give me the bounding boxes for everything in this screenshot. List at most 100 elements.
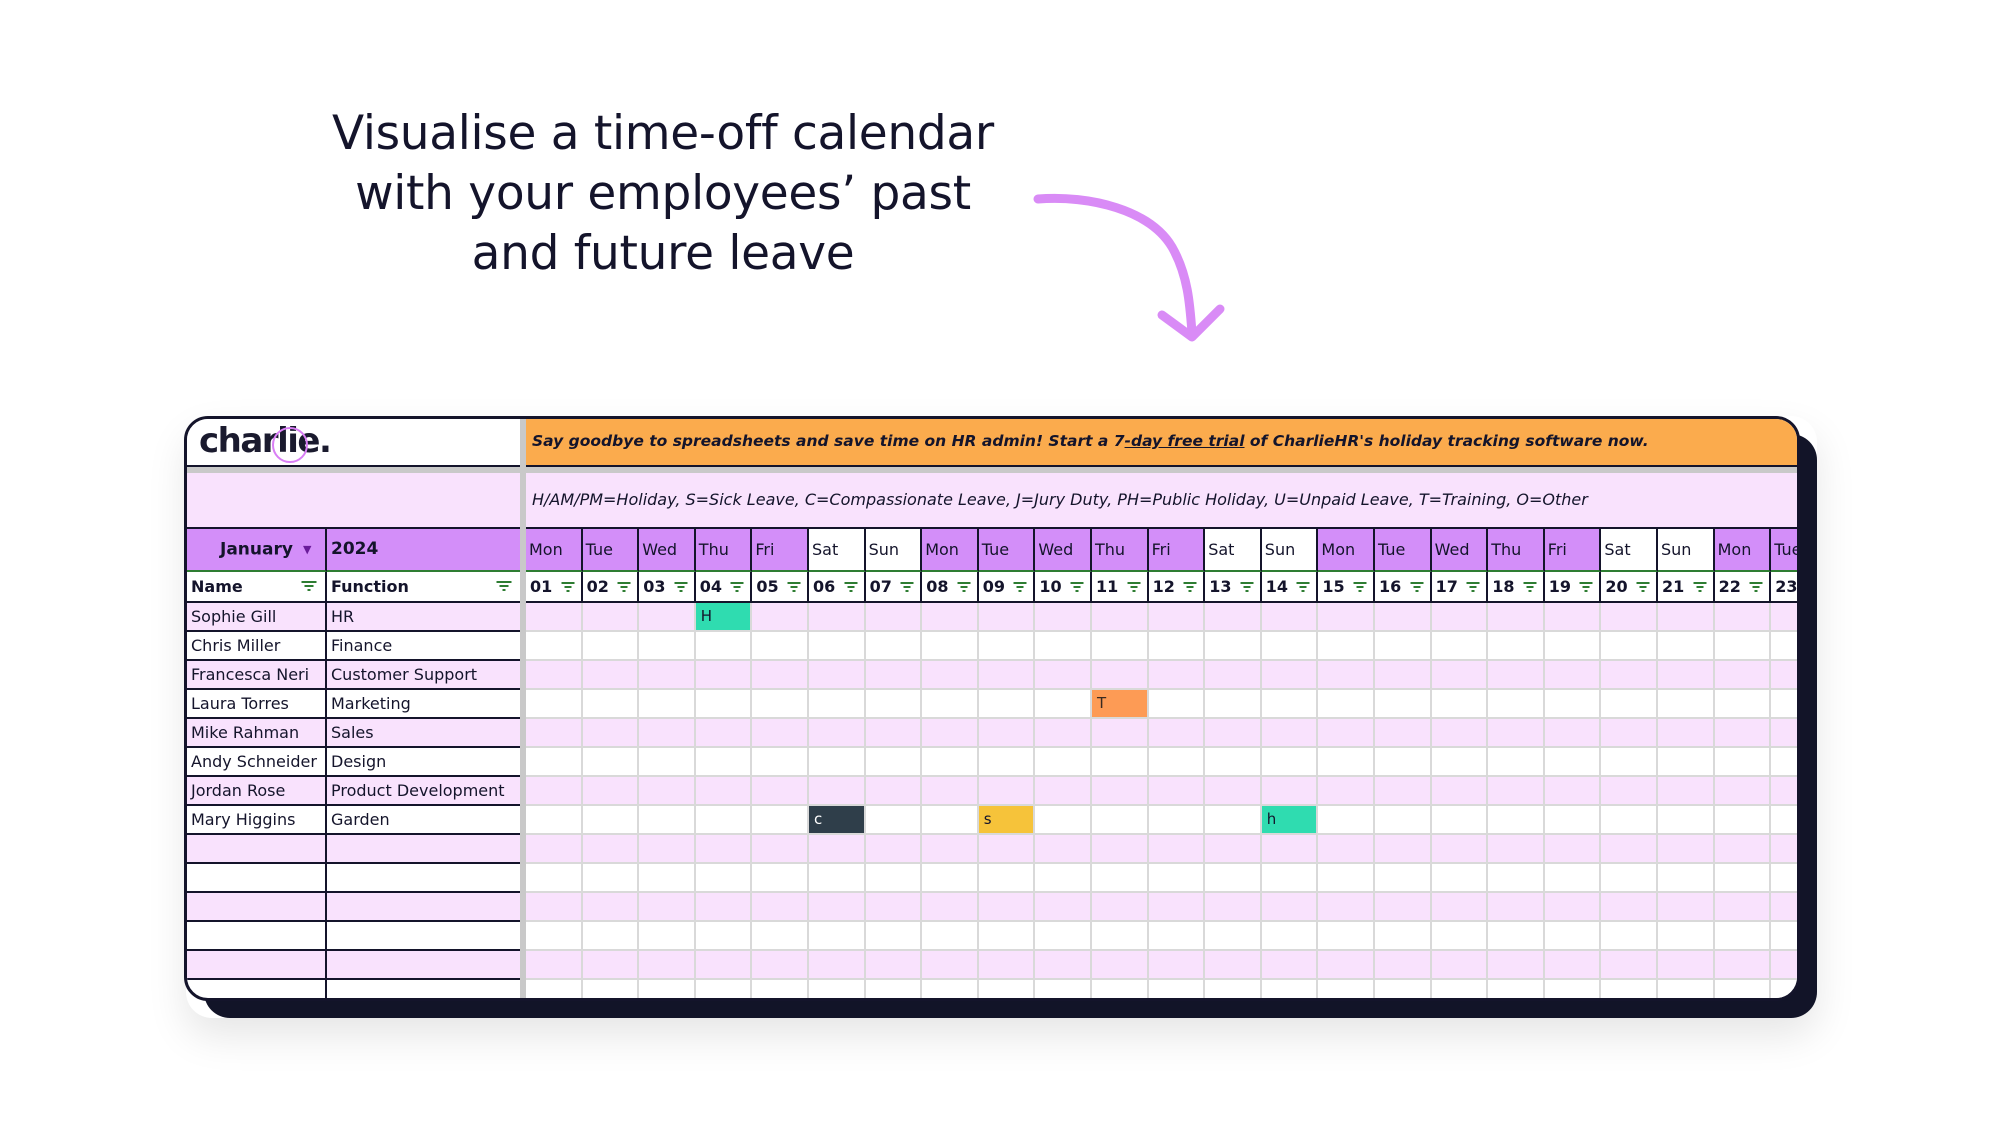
calendar-cell[interactable] [639, 980, 696, 998]
calendar-cell[interactable] [1035, 661, 1092, 690]
calendar-cell[interactable] [1035, 806, 1092, 835]
calendar-cell[interactable] [1375, 690, 1432, 719]
employee-name-cell[interactable]: Chris Miller [187, 632, 327, 659]
calendar-cell[interactable] [1261, 632, 1319, 661]
calendar-cell[interactable] [978, 864, 1036, 893]
calendar-cell[interactable] [1431, 777, 1489, 806]
calendar-cell[interactable] [1375, 864, 1432, 893]
calendar-cell[interactable] [1205, 632, 1262, 661]
calendar-cell[interactable] [1714, 980, 1772, 998]
calendar-cell[interactable] [978, 690, 1036, 719]
calendar-cell[interactable] [526, 661, 583, 690]
employee-name-cell[interactable]: Mike Rahman [187, 719, 327, 746]
calendar-cell[interactable] [1658, 806, 1715, 835]
calendar-cell[interactable] [1431, 690, 1489, 719]
calendar-cell[interactable] [582, 748, 640, 777]
calendar-cell[interactable] [1431, 748, 1489, 777]
calendar-cell[interactable] [1488, 893, 1545, 922]
calendar-cell[interactable] [922, 893, 979, 922]
filter-icon[interactable] [561, 582, 575, 594]
calendar-cell[interactable] [1431, 603, 1489, 632]
calendar-cell[interactable] [1771, 603, 1797, 632]
calendar-cell[interactable] [922, 690, 979, 719]
filter-icon[interactable] [730, 582, 744, 594]
filter-icon[interactable] [1353, 582, 1367, 594]
leave-entry-cell[interactable]: h [1261, 806, 1319, 835]
calendar-cell[interactable] [922, 632, 979, 661]
calendar-cell[interactable] [752, 806, 809, 835]
calendar-cell[interactable] [1544, 951, 1602, 980]
calendar-cell[interactable] [1148, 661, 1206, 690]
calendar-cell[interactable] [1375, 603, 1432, 632]
calendar-cell[interactable] [1205, 835, 1262, 864]
leave-entry-cell[interactable]: s [978, 806, 1036, 835]
calendar-cell[interactable] [978, 951, 1036, 980]
calendar-cell[interactable] [582, 893, 640, 922]
employee-name-cell[interactable]: Sophie Gill [187, 603, 327, 630]
filter-icon[interactable] [496, 581, 512, 593]
calendar-cell[interactable] [1148, 835, 1206, 864]
calendar-cell[interactable] [1544, 603, 1602, 632]
calendar-cell[interactable] [922, 864, 979, 893]
calendar-cell[interactable] [1601, 661, 1658, 690]
calendar-cell[interactable] [809, 661, 866, 690]
calendar-cell[interactable] [1375, 777, 1432, 806]
calendar-cell[interactable] [1658, 951, 1715, 980]
calendar-cell[interactable] [1488, 980, 1545, 998]
calendar-cell[interactable] [809, 719, 866, 748]
calendar-cell[interactable] [526, 719, 583, 748]
calendar-cell[interactable] [1658, 603, 1715, 632]
calendar-cell[interactable] [1714, 864, 1772, 893]
calendar-cell[interactable] [752, 690, 809, 719]
calendar-cell[interactable] [1658, 980, 1715, 998]
calendar-cell[interactable] [1658, 632, 1715, 661]
calendar-cell[interactable] [1431, 806, 1489, 835]
calendar-cell[interactable] [1601, 980, 1658, 998]
leave-entry-cell[interactable]: T [1092, 690, 1149, 719]
calendar-cell[interactable] [809, 632, 866, 661]
calendar-cell[interactable] [1601, 777, 1658, 806]
calendar-cell[interactable] [1488, 835, 1545, 864]
calendar-cell[interactable] [1658, 690, 1715, 719]
calendar-cell[interactable] [1375, 922, 1432, 951]
leave-entry-cell[interactable]: c [809, 806, 866, 835]
filter-icon[interactable] [1579, 582, 1593, 594]
calendar-cell[interactable] [978, 922, 1036, 951]
calendar-cell[interactable] [978, 835, 1036, 864]
calendar-cell[interactable] [809, 777, 866, 806]
calendar-cell[interactable] [1318, 603, 1375, 632]
calendar-cell[interactable] [865, 719, 923, 748]
employee-name-cell[interactable] [187, 951, 327, 978]
calendar-cell[interactable] [1318, 719, 1375, 748]
employee-function-cell[interactable]: Marketing [327, 690, 520, 717]
calendar-cell[interactable] [1148, 922, 1206, 951]
calendar-cell[interactable] [1375, 893, 1432, 922]
calendar-cell[interactable] [1092, 719, 1149, 748]
calendar-cell[interactable] [922, 719, 979, 748]
calendar-cell[interactable] [865, 893, 923, 922]
calendar-cell[interactable] [1431, 632, 1489, 661]
calendar-cell[interactable] [1261, 690, 1319, 719]
filter-icon[interactable] [1410, 582, 1424, 594]
calendar-cell[interactable] [1205, 690, 1262, 719]
calendar-cell[interactable] [1488, 748, 1545, 777]
filter-icon[interactable] [1070, 582, 1084, 594]
employee-name-cell[interactable]: Laura Torres [187, 690, 327, 717]
filter-icon[interactable] [844, 582, 858, 594]
calendar-cell[interactable] [1601, 632, 1658, 661]
calendar-cell[interactable] [922, 806, 979, 835]
calendar-cell[interactable] [1318, 806, 1375, 835]
calendar-cell[interactable] [865, 661, 923, 690]
employee-name-cell[interactable] [187, 864, 327, 891]
year-cell[interactable]: 2024 [327, 529, 520, 572]
calendar-cell[interactable] [752, 922, 809, 951]
calendar-cell[interactable] [1601, 719, 1658, 748]
calendar-cell[interactable] [526, 603, 583, 632]
calendar-cell[interactable] [526, 922, 583, 951]
calendar-cell[interactable] [1035, 980, 1092, 998]
calendar-cell[interactable] [809, 603, 866, 632]
calendar-cell[interactable] [1488, 951, 1545, 980]
calendar-cell[interactable] [639, 719, 696, 748]
calendar-cell[interactable] [1658, 777, 1715, 806]
calendar-cell[interactable] [1261, 661, 1319, 690]
